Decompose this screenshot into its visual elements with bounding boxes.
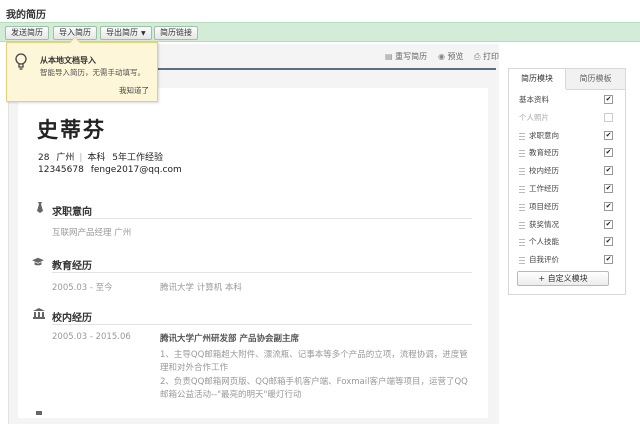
resume-name: 史蒂芬	[37, 118, 106, 142]
campus-line-4: 邮箱公益活动--"最亮的明天"暖灯行动	[160, 390, 302, 400]
module-label: 工作经历	[529, 184, 559, 193]
drag-handle-icon[interactable]	[519, 221, 525, 229]
export-resume-button[interactable]: 导出简历 ▼	[100, 26, 152, 40]
section-divider	[52, 218, 472, 219]
section-divider	[52, 272, 472, 273]
campus-org: 腾讯大学广州研发部 产品协会副主席	[160, 334, 299, 344]
module-checkbox[interactable]: ✔	[604, 130, 613, 140]
popup-title: 从本地文档导入	[40, 56, 96, 65]
education-date: 2005.03 - 至今	[52, 283, 113, 293]
module-row[interactable]: 求职意向 ✔	[509, 127, 625, 144]
module-row[interactable]: 获奖情况 ✔	[509, 216, 625, 233]
graduation-cap-icon	[32, 257, 44, 266]
module-label: 教育经历	[529, 148, 559, 158]
popup-description: 智能导入简历，无需手动填写。	[40, 68, 145, 77]
chevron-down-icon: ▼	[141, 30, 146, 37]
section-divider	[52, 324, 472, 325]
education-detail: 腾讯大学 计算机 本科	[160, 283, 242, 293]
email: fenge2017@qq.com	[90, 165, 182, 175]
lightbulb-icon	[15, 53, 27, 70]
add-custom-module-button[interactable]: + 自定义模块	[517, 271, 609, 286]
module-checkbox[interactable]: ✔	[604, 237, 613, 247]
drag-handle-icon[interactable]	[519, 203, 525, 211]
section-title-education: 教育经历	[52, 261, 92, 272]
resume-divider	[150, 68, 496, 70]
rewrite-label: 重写简历	[395, 52, 428, 61]
age: 28	[38, 153, 50, 163]
campus-line-3: 2、负责QQ邮箱网页版、QQ邮箱手机客户端、Foxmail客户端等项目，运营了Q…	[160, 377, 468, 387]
module-checkbox[interactable]: ✔	[604, 255, 613, 265]
module-checkbox[interactable]	[604, 112, 613, 122]
send-resume-button[interactable]: 发送简历	[5, 26, 49, 40]
tie-icon	[37, 202, 43, 213]
resume-link-button[interactable]: 简历链接	[154, 26, 198, 40]
print-link[interactable]: ⎙ 打印	[474, 51, 499, 62]
import-tip-popup: 从本地文档导入 智能导入简历，无需手动填写。 我知道了	[6, 37, 158, 102]
drag-handle-icon[interactable]	[519, 239, 525, 247]
drag-handle-icon[interactable]	[519, 150, 525, 158]
module-row[interactable]: 教育经历 ✔	[509, 144, 625, 161]
section-title-campus: 校内经历	[52, 313, 92, 324]
building-icon	[33, 308, 45, 319]
eye-icon: ◉	[438, 52, 445, 61]
module-sidebar: 简历模块 简历模板 基本资料 ✔ 个人照片 求职意向 ✔ 教育经历 ✔ 校内经历 ✔ 工作经历 ✔ 项…	[508, 68, 626, 295]
preview-link[interactable]: ◉ 预览	[438, 51, 464, 62]
campus-line-1: 1、主导QQ邮箱超大附件、漂流瓶、记事本等多个产品的立项，流程协调，进度管	[160, 350, 468, 360]
page-title: 我的简历	[6, 10, 46, 21]
module-row[interactable]: 校内经历 ✔	[509, 162, 625, 179]
toolbar: 发送简历 导入简历 导出简历 ▼ 简历链接	[0, 22, 640, 42]
popup-arrow-inner	[70, 38, 80, 43]
top-bar: 我的简历	[0, 0, 640, 22]
module-label: 自我评价	[529, 255, 559, 265]
printer-icon: ⎙	[474, 52, 481, 61]
experience: 5年工作经验	[112, 153, 164, 163]
drag-handle-icon[interactable]	[519, 257, 525, 265]
phone: 12345678	[38, 165, 84, 175]
contact-line: 12345678 fenge2017@qq.com	[38, 165, 182, 175]
export-resume-label: 导出简历	[106, 28, 138, 37]
section-title-intent: 求职意向	[52, 207, 92, 218]
module-row[interactable]: 工作经历 ✔	[509, 180, 625, 197]
module-row[interactable]: 自我评价 ✔	[509, 251, 625, 268]
module-label: 项目经历	[529, 201, 559, 211]
drag-handle-icon[interactable]	[519, 186, 525, 193]
module-checkbox[interactable]: ✔	[604, 219, 613, 229]
module-checkbox[interactable]: ✔	[604, 166, 613, 176]
rewrite-resume-link[interactable]: ▤ 重写简历	[385, 51, 427, 62]
tab-resume-modules[interactable]: 简历模块	[509, 69, 566, 89]
module-checkbox[interactable]: ✔	[604, 184, 613, 193]
rewrite-icon: ▤	[385, 52, 393, 61]
intent-content: 互联网产品经理 广州	[52, 228, 132, 238]
module-row[interactable]: 个人照片	[509, 109, 625, 126]
next-section-icon	[36, 411, 42, 415]
separator: |	[79, 153, 83, 163]
city: 广州	[56, 153, 75, 163]
module-label: 校内经历	[529, 166, 559, 176]
print-label: 打印	[482, 52, 499, 61]
campus-date: 2005.03 - 2015.06	[52, 332, 131, 342]
module-label: 基本资料	[519, 95, 549, 104]
module-label: 获奖情况	[529, 219, 559, 229]
degree: 本科	[87, 153, 106, 163]
module-checkbox[interactable]: ✔	[604, 95, 613, 104]
preview-label: 预览	[447, 52, 464, 61]
module-row[interactable]: 个人技能 ✔	[509, 233, 625, 250]
module-row[interactable]: 项目经历 ✔	[509, 198, 625, 215]
module-label: 求职意向	[529, 130, 559, 140]
module-checkbox[interactable]: ✔	[604, 148, 613, 158]
module-label: 个人技能	[529, 237, 559, 247]
module-row[interactable]: 基本资料 ✔	[509, 91, 625, 108]
drag-handle-icon[interactable]	[519, 168, 525, 176]
tab-resume-templates[interactable]: 简历模板	[566, 69, 625, 90]
module-label: 个人照片	[519, 112, 549, 122]
drag-handle-icon[interactable]	[519, 132, 525, 140]
basic-info-line: 28 广州 | 本科 5年工作经验	[38, 150, 163, 163]
campus-line-2: 理和对外合作工作	[160, 363, 229, 373]
popup-dismiss-link[interactable]: 我知道了	[119, 85, 149, 96]
module-checkbox[interactable]: ✔	[604, 201, 613, 211]
